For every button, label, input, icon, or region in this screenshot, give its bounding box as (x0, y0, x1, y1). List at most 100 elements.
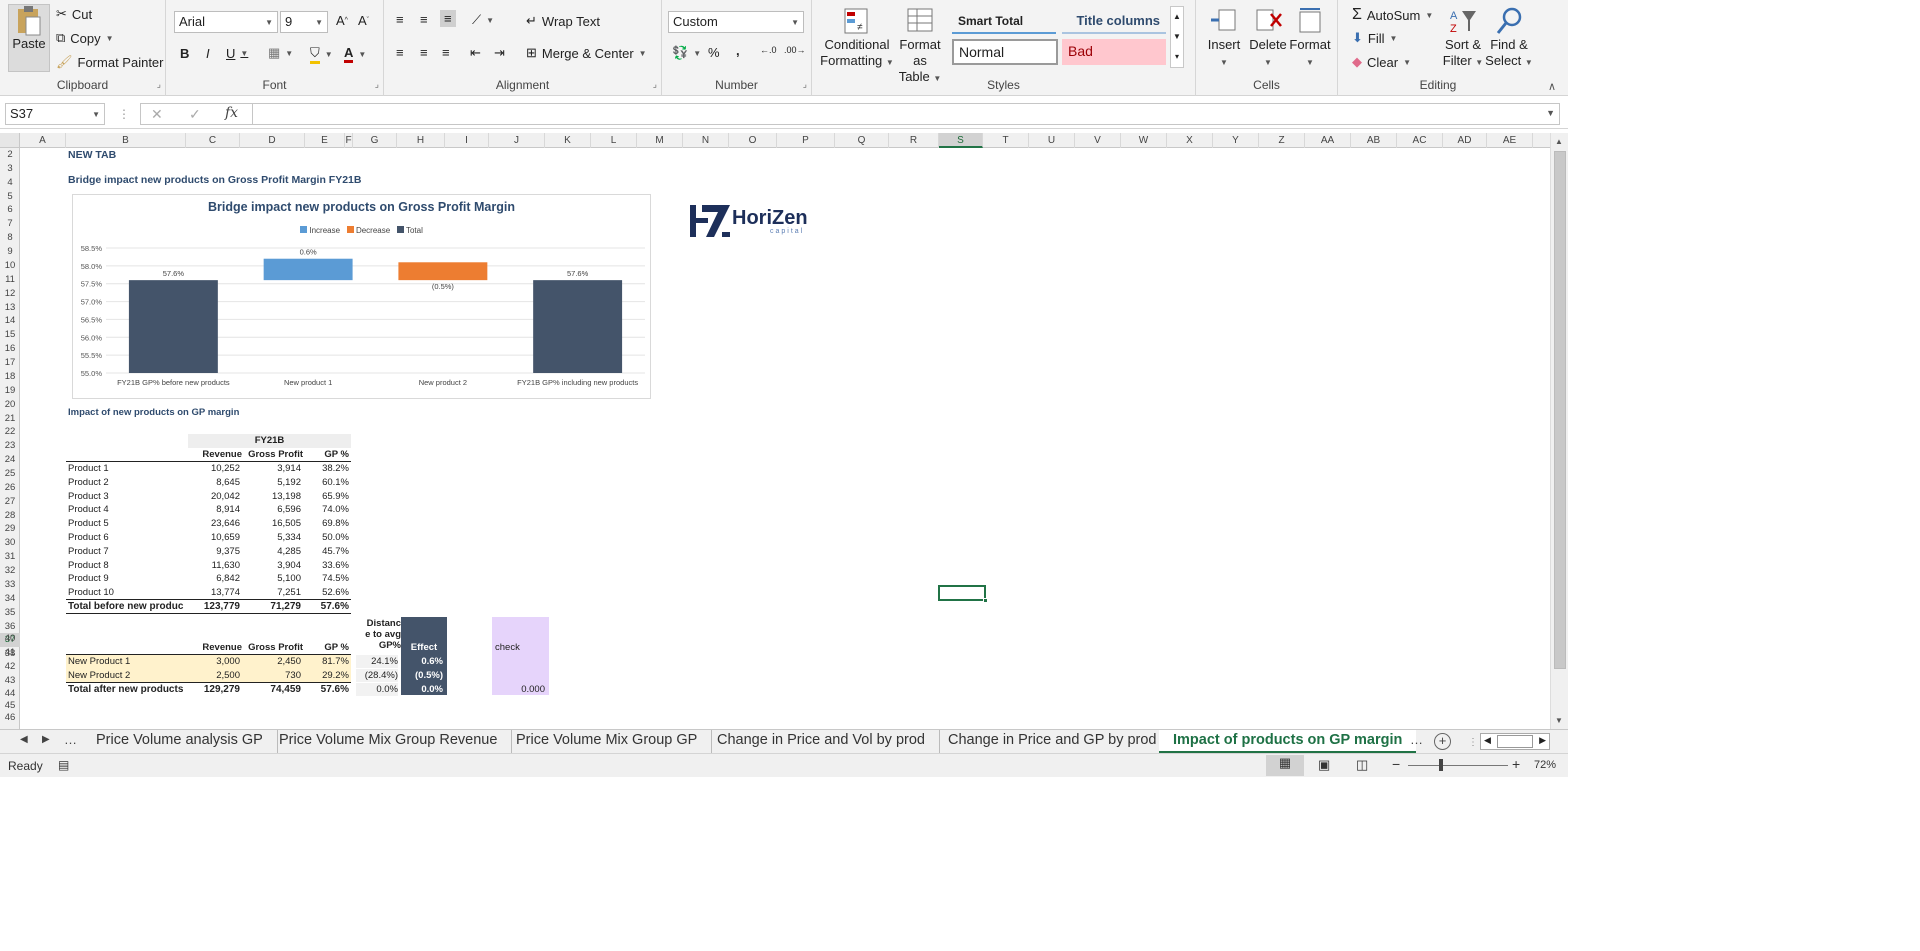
column-header[interactable]: I (445, 133, 489, 148)
tab-price-gp-by-prod[interactable]: Change in Price and GP by prod (934, 730, 1172, 754)
select-all-button[interactable] (0, 133, 20, 148)
vertical-scroll-thumb[interactable] (1554, 151, 1566, 669)
tab-price-volume-gp[interactable]: Price Volume analysis GP (82, 730, 278, 754)
dialog-launcher-icon[interactable]: ⌟ (375, 79, 379, 90)
row-header[interactable]: 45 (0, 700, 20, 712)
cut-button[interactable]: ✂ Cut (56, 6, 92, 22)
align-middle-button[interactable]: ≡ (420, 12, 428, 27)
delete-button[interactable]: Delete ▼ (1246, 6, 1290, 71)
dialog-launcher-icon[interactable]: ⌟ (157, 79, 161, 90)
orientation-button[interactable]: ⟋ ▼ (472, 12, 494, 28)
merge-center-button[interactable]: ⊞ Merge & Center ▼ (526, 45, 647, 61)
column-header[interactable]: AC (1397, 133, 1443, 148)
row-header[interactable]: 42 (0, 660, 20, 674)
zoom-in-icon[interactable]: + (1512, 756, 1520, 772)
column-header[interactable]: C (186, 133, 240, 148)
row-header[interactable]: 22 (0, 425, 20, 439)
column-header[interactable]: F (345, 133, 353, 148)
column-header[interactable]: R (889, 133, 939, 148)
worksheet-grid[interactable]: A B C D E F G H I J K L M N O P Q R S T U V W X Y Z AA AB AC AD AE 234… (0, 133, 1550, 729)
column-header[interactable]: AB (1351, 133, 1397, 148)
row-header[interactable]: 4 (0, 176, 20, 190)
align-right-button[interactable]: ≡ (442, 45, 450, 60)
column-header[interactable]: D (240, 133, 305, 148)
row-header[interactable]: 9 (0, 245, 20, 259)
name-box[interactable]: S37 ▼ (5, 103, 105, 125)
column-header[interactable]: H (397, 133, 445, 148)
row-header[interactable]: 17 (0, 356, 20, 370)
column-header[interactable]: E (305, 133, 345, 148)
row-header[interactable]: 10 (0, 259, 20, 273)
column-header[interactable]: J (489, 133, 545, 148)
row-header[interactable]: 32 (0, 564, 20, 578)
font-size-select[interactable]: 9 ▼ (280, 11, 328, 33)
paste-button[interactable]: Paste (8, 4, 50, 72)
row-header[interactable]: 31 (0, 550, 20, 564)
row-header[interactable]: 33 (0, 578, 20, 592)
column-header[interactable]: W (1121, 133, 1167, 148)
underline-button[interactable]: U ▼ (226, 46, 248, 61)
autosum-button[interactable]: Σ AutoSum ▼ (1352, 6, 1433, 24)
chevron-down-icon[interactable]: ▼ (106, 34, 114, 43)
column-header[interactable]: M (637, 133, 683, 148)
row-header[interactable]: 12 (0, 287, 20, 301)
decrease-indent-button[interactable]: ⇤ (470, 45, 481, 61)
style-title-columns[interactable]: Title columns (1062, 10, 1166, 34)
row-header[interactable]: 16 (0, 342, 20, 356)
zoom-slider[interactable] (1408, 765, 1508, 766)
row-header[interactable]: 34 (0, 592, 20, 606)
align-top-button[interactable]: ≡ (396, 12, 404, 27)
column-header[interactable]: AD (1443, 133, 1487, 148)
row-header[interactable]: 2 (0, 148, 20, 162)
page-layout-view-icon[interactable]: ▣ (1318, 757, 1330, 773)
column-header[interactable]: N (683, 133, 729, 148)
column-header[interactable]: Z (1259, 133, 1305, 148)
insert-button[interactable]: Insert ▼ (1202, 6, 1246, 71)
macro-record-icon[interactable]: ▤ (58, 758, 69, 772)
align-center-button[interactable]: ≡ (420, 45, 428, 60)
tab-scroll-right-icon[interactable]: ▶ (42, 734, 50, 745)
column-header[interactable]: V (1075, 133, 1121, 148)
comma-button[interactable]: , (736, 43, 740, 58)
styles-gallery-scroll[interactable]: ▲ ▼ ▾ (1170, 6, 1184, 68)
italic-button[interactable]: I (206, 46, 210, 61)
tab-scroll-left-icon[interactable]: ◀ (20, 734, 28, 745)
row-header[interactable]: 41 (0, 646, 20, 660)
fill-button[interactable]: ⬇ Fill ▼ (1352, 30, 1397, 46)
tab-impact-gp-margin[interactable]: Impact of products on GP margin (1159, 730, 1417, 754)
row-header[interactable]: 26 (0, 481, 20, 495)
format-painter-button[interactable]: 🖌 Format Painter (56, 54, 164, 70)
font-color-button[interactable]: A ▼ (344, 45, 366, 63)
column-header[interactable]: T (983, 133, 1029, 148)
style-bad[interactable]: Bad (1062, 39, 1166, 65)
align-bottom-button[interactable]: ≡ (440, 10, 456, 27)
row-header[interactable]: 15 (0, 328, 20, 342)
tab-price-vol-by-prod[interactable]: Change in Price and Vol by prod (703, 730, 940, 754)
zoom-slider-thumb[interactable] (1439, 759, 1443, 771)
scroll-down-icon[interactable]: ▼ (1555, 716, 1563, 725)
column-header[interactable]: O (729, 133, 777, 148)
row-header[interactable]: 13 (0, 301, 20, 315)
row-header[interactable]: 24 (0, 453, 20, 467)
clear-button[interactable]: ◆ Clear ▼ (1352, 54, 1411, 70)
increase-font-button[interactable]: A ^ (336, 13, 348, 28)
column-header[interactable]: L (591, 133, 637, 148)
borders-button[interactable]: ▦ ▼ (268, 45, 293, 61)
normal-view-button[interactable]: ▦ (1266, 755, 1304, 776)
cancel-icon[interactable]: ✕ (151, 106, 163, 123)
enter-icon[interactable]: ✓ (189, 106, 201, 123)
row-header[interactable]: 23 (0, 439, 20, 453)
dialog-launcher-icon[interactable]: ⌟ (653, 79, 657, 90)
column-header[interactable]: Y (1213, 133, 1259, 148)
copy-button[interactable]: ⧉ Copy ▼ (56, 30, 114, 46)
tab-pvm-group-gp[interactable]: Price Volume Mix Group GP (502, 730, 713, 754)
horizontal-scrollbar[interactable]: ◀ ▶ (1480, 733, 1550, 750)
decrease-font-button[interactable]: Aˇ (358, 13, 369, 28)
column-header[interactable]: G (353, 133, 397, 148)
add-sheet-icon[interactable]: + (1434, 733, 1451, 750)
insert-function-icon[interactable]: fx (225, 105, 238, 121)
row-header[interactable]: 46 (0, 712, 20, 724)
row-header[interactable]: 8 (0, 231, 20, 245)
collapse-ribbon-icon[interactable]: ∧ (1548, 80, 1556, 93)
dialog-launcher-icon[interactable]: ⌟ (803, 79, 807, 90)
